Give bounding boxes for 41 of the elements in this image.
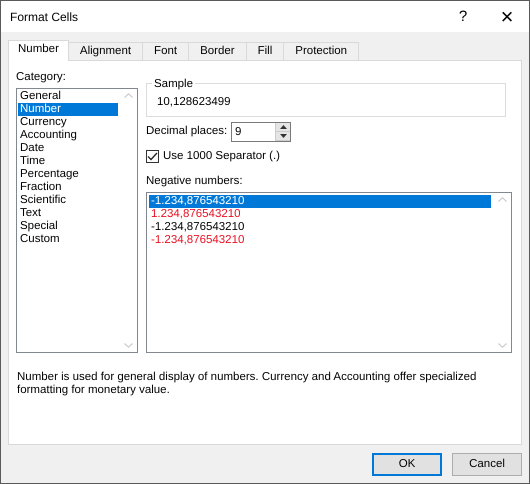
list-item[interactable]: Scientific — [18, 194, 118, 208]
dialog-button[interactable]: OK — [372, 453, 442, 476]
down-arrow-icon — [280, 134, 286, 138]
list-item[interactable]: -1.234,876543210 — [149, 234, 491, 246]
help-button[interactable]: ? — [441, 1, 485, 32]
decimal-places-label: Decimal places: — [146, 124, 228, 140]
scroll-up-icon[interactable] — [124, 93, 132, 98]
list-item[interactable]: -1.234,876543210 — [149, 194, 491, 208]
up-arrow-icon — [280, 125, 286, 129]
decrement-button[interactable] — [276, 132, 290, 141]
tab[interactable]: Number — [8, 40, 69, 61]
list-item[interactable]: Percentage — [18, 168, 118, 182]
list-item[interactable]: Accounting — [18, 129, 118, 142]
list-item[interactable]: Date — [18, 142, 118, 156]
increment-button[interactable] — [276, 123, 290, 132]
tab[interactable]: Protection — [283, 42, 360, 60]
list-item[interactable]: -1.234,876543210 — [149, 220, 491, 234]
list-item[interactable]: 1.234,876543210 — [149, 208, 491, 220]
negative-numbers-label: Negative numbers: — [146, 174, 244, 190]
sample-value: 10,128623499 — [157, 96, 231, 108]
dialog-button[interactable]: Cancel — [452, 453, 522, 476]
list-item[interactable]: Time — [18, 155, 118, 168]
decimal-places-spinner[interactable]: 9 — [231, 122, 291, 142]
checkbox[interactable] — [146, 150, 159, 164]
checkbox-label[interactable]: Use 1000 Separator (.) — [163, 148, 280, 166]
list-item[interactable]: Number — [18, 103, 118, 116]
description-text: Number is used for general display of numbers. Currency and Accounting offer specialized formatting for monetary value. — [16, 371, 478, 398]
scroll-down-icon[interactable] — [124, 343, 132, 348]
negative-numbers-list[interactable]: -1.234,876543210 1.234,876543210 -1.234,876543210 -1.234,876543210 — [146, 192, 512, 352]
list-item[interactable]: General — [18, 90, 118, 104]
list-item[interactable]: Currency — [18, 116, 118, 130]
scroll-up-icon[interactable] — [498, 196, 506, 202]
list-item[interactable]: Custom — [18, 233, 118, 246]
list-item[interactable]: Special — [18, 220, 118, 234]
window-title: Format Cells — [10, 8, 80, 26]
list-item[interactable]: Fraction — [18, 181, 118, 194]
close-button[interactable]: × — [485, 1, 529, 32]
scroll-down-icon[interactable] — [498, 342, 506, 348]
category-label: Category: — [16, 70, 67, 85]
category-list[interactable]: General Number Currency Accounting Date Time Percentage Fraction Scientific Text Special Custom — [16, 88, 138, 354]
list-item[interactable]: Text — [18, 207, 118, 220]
